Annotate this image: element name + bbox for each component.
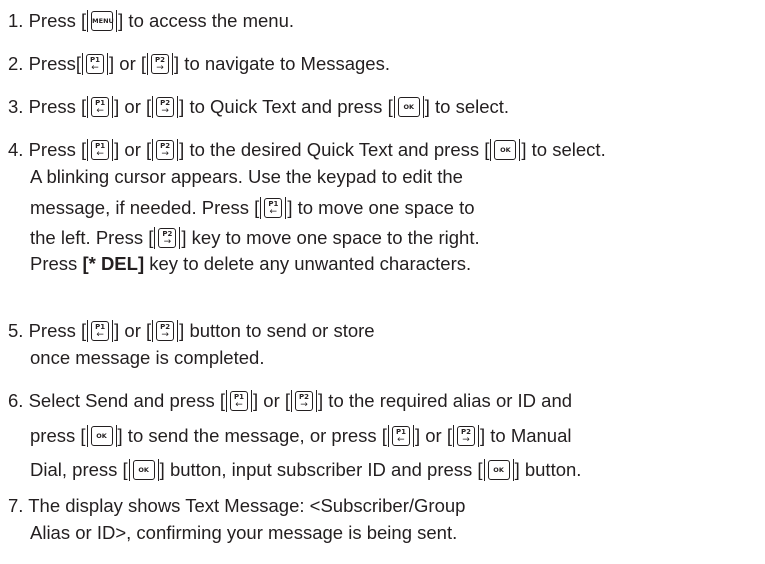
ok-key-icon: OK xyxy=(128,459,159,481)
step-text: Press [ xyxy=(28,139,87,160)
step-text: ] button, input subscriber ID and press … xyxy=(159,459,483,480)
step-text: Alias or ID>, confirming your message is… xyxy=(30,522,458,543)
step-text: ] or [ xyxy=(114,96,152,117)
step-text: ] to access the menu. xyxy=(118,10,294,31)
step-text: Press[ xyxy=(28,53,82,74)
ok-key-icon: OK xyxy=(393,96,424,118)
step-number: 4. xyxy=(8,139,24,160)
step-text: the left. Press [ xyxy=(30,227,154,248)
step-text: ] or [ xyxy=(253,390,291,411)
step-2: 2. Press[P1 ←] or [P2 →] to navigate to Me… xyxy=(8,49,390,79)
step-text: Press [ xyxy=(28,10,87,31)
step-text: Select Send and press [ xyxy=(28,390,226,411)
ok-key-icon: OK xyxy=(490,139,521,161)
step-text: ] to Manual xyxy=(479,425,572,446)
step-7: 7. The display shows Text Message: <Subs… xyxy=(8,492,465,546)
p1-left-key-icon: P1 ← xyxy=(87,139,114,161)
p2-right-key-icon: P2 → xyxy=(152,139,179,161)
step-text: once message is completed. xyxy=(30,347,265,368)
step-5: 5. Press [P1 ←] or [P2 →] button to send o… xyxy=(8,316,375,372)
step-text: ] to move one space to xyxy=(287,197,475,218)
menu-key-icon: MENU xyxy=(87,10,118,32)
step-number: 7. xyxy=(8,495,24,516)
step-text: ] button to send or store xyxy=(179,320,375,341)
step-number: 2. xyxy=(8,53,24,74)
step-text: ] to select. xyxy=(521,139,606,160)
step-number: 1. xyxy=(8,10,24,31)
step-text: ] or [ xyxy=(114,139,152,160)
step-text: ] to the required alias or ID and xyxy=(318,390,573,411)
p1-left-key-icon: P1 ← xyxy=(87,96,114,118)
step-text: Press [ xyxy=(28,320,87,341)
step-text: ] or [ xyxy=(114,320,152,341)
step-number: 6. xyxy=(8,390,24,411)
step-text: ] to select. xyxy=(424,96,510,117)
step-text: Press xyxy=(30,253,83,274)
p1-left-key-icon: P1 ← xyxy=(226,390,253,412)
step-text: Press [ xyxy=(28,96,87,117)
p1-left-key-icon: P1 ← xyxy=(87,320,114,342)
del-key-label: [* DEL] xyxy=(82,253,145,274)
step-4: 4. Press [P1 ←] or [P2 →] to the desired Q… xyxy=(8,135,606,277)
step-text: ] to navigate to Messages. xyxy=(174,53,390,74)
step-text: ] to the desired Quick Text and press [ xyxy=(179,139,490,160)
step-text: ] or [ xyxy=(414,425,452,446)
p2-right-key-icon: P2 → xyxy=(152,96,179,118)
step-text: ] to send the message, or press [ xyxy=(117,425,387,446)
p2-right-key-icon: P2 → xyxy=(147,53,174,75)
step-number: 5. xyxy=(8,320,24,341)
step-text: key to delete any unwanted characters. xyxy=(144,253,472,274)
p1-left-key-icon: P1 ← xyxy=(82,53,109,75)
step-6: 6. Select Send and press [P1 ←] or [P2 →] … xyxy=(8,383,581,487)
ok-key-icon: OK xyxy=(86,425,117,447)
step-text: The display shows Text Message: <Subscri… xyxy=(28,495,466,516)
step-text: A blinking cursor appears. Use the keypa… xyxy=(30,166,463,187)
step-text: ] or [ xyxy=(109,53,147,74)
step-text: ] to Quick Text and press [ xyxy=(179,96,393,117)
step-text: press [ xyxy=(30,425,86,446)
p1-left-key-icon: P1 ← xyxy=(260,197,287,219)
p2-right-key-icon: P2 → xyxy=(452,425,479,447)
step-text: message, if needed. Press [ xyxy=(30,197,260,218)
step-1: 1. Press [MENU] to access the menu. xyxy=(8,6,294,36)
step-text: ] button. xyxy=(514,459,582,480)
step-3: 3. Press [P1 ←] or [P2 →] to Quick Text an… xyxy=(8,92,509,122)
p2-right-key-icon: P2 → xyxy=(291,390,318,412)
instruction-document: 1. Press [MENU] to access the menu. 2. P… xyxy=(0,0,765,564)
step-text: Dial, press [ xyxy=(30,459,128,480)
p2-right-key-icon: P2 → xyxy=(152,320,179,342)
step-text: ] key to move one space to the right. xyxy=(181,227,480,248)
step-number: 3. xyxy=(8,96,24,117)
p1-left-key-icon: P1 ← xyxy=(387,425,414,447)
ok-key-icon: OK xyxy=(483,459,514,481)
p2-right-key-icon: P2 → xyxy=(154,227,181,249)
